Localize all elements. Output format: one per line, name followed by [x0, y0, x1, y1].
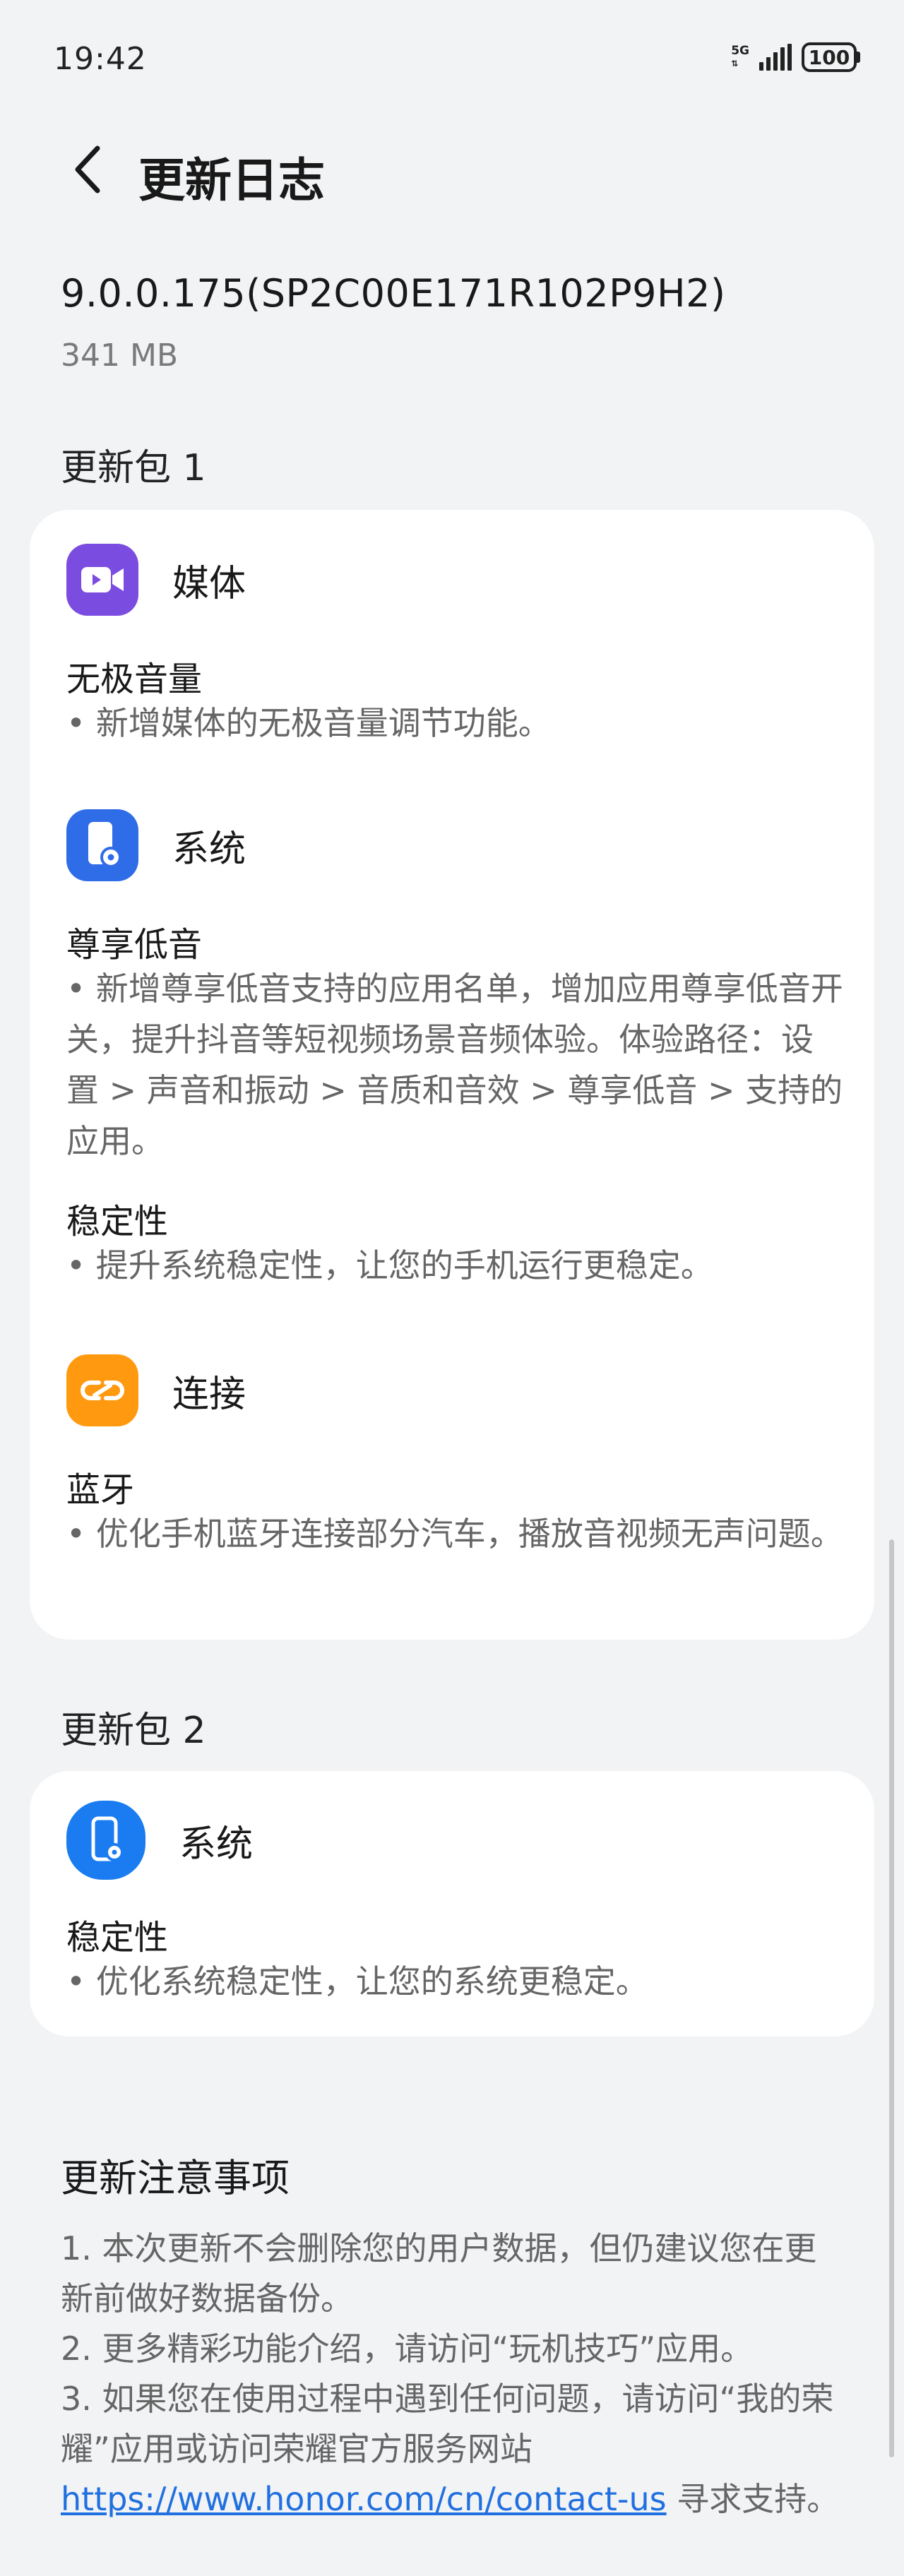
phone-settings-icon	[66, 809, 138, 881]
status-bar: 19:42 5G ⇅ 100	[0, 0, 904, 120]
header: 更新日志	[0, 134, 904, 208]
status-time: 19:42	[54, 41, 147, 77]
signal-icon	[759, 44, 792, 71]
notes-line-text: 3. 如果您在使用过程中遇到任何问题，请访问“我的荣耀”应用或访问荣耀官方服务网…	[61, 2380, 834, 2468]
item-body: • 优化系统稳定性，让您的系统更稳定。	[66, 1962, 648, 2000]
category-media: 媒体	[66, 544, 246, 616]
item-title: 稳定性	[66, 1918, 169, 1957]
package2-card: 系统 稳定性 • 优化系统稳定性，让您的系统更稳定。	[30, 1771, 874, 2037]
notes-line: 3. 如果您在使用过程中遇到任何问题，请访问“我的荣耀”应用或访问荣耀官方服务网…	[61, 2374, 845, 2524]
notes-line: 1. 本次更新不会删除您的用户数据，但仍建议您在更新前做好数据备份。	[61, 2229, 817, 2318]
status-icons: 5G ⇅ 100	[731, 42, 860, 72]
category-connect-label: 连接	[172, 1373, 246, 1416]
notes-title: 更新注意事项	[61, 2156, 290, 2200]
item-body: • 提升系统稳定性，让您的手机运行更稳定。	[66, 1246, 713, 1284]
back-button[interactable]	[59, 141, 116, 198]
version-name: 9.0.0.175(SP2C00E171R102P9H2)	[61, 271, 726, 316]
notes-body: 1. 本次更新不会删除您的用户数据，但仍建议您在更新前做好数据备份。 2. 更多…	[61, 2224, 845, 2524]
item-title: 稳定性	[66, 1202, 169, 1241]
network-indicator: 5G ⇅	[731, 44, 749, 70]
category-media-label: 媒体	[172, 562, 246, 605]
item-body: • 新增媒体的无极音量调节功能。	[66, 704, 551, 742]
chevron-left-icon	[75, 145, 100, 193]
package1-card: 媒体 无极音量 • 新增媒体的无极音量调节功能。 系统 尊享低音 • 新增尊享低…	[30, 510, 874, 1640]
package-size: 341 MB	[61, 338, 179, 374]
phone-settings-icon	[66, 1801, 145, 1880]
item-body: • 新增尊享低音支持的应用名单，增加应用尊享低音开关，提升抖音等短视频场景音频体…	[66, 970, 843, 1160]
category-system: 系统	[66, 809, 246, 881]
item-title: 蓝牙	[66, 1470, 135, 1510]
data-arrows-icon: ⇅	[731, 59, 739, 68]
package1-title: 更新包 1	[61, 447, 206, 489]
item-title: 无极音量	[66, 660, 203, 699]
item-body: • 优化手机蓝牙连接部分汽车，播放音视频无声问题。	[66, 1515, 843, 1553]
contact-us-link[interactable]: https://www.honor.com/cn/contact-us	[61, 2480, 667, 2518]
category-system: 系统	[66, 1801, 253, 1880]
item-title: 尊享低音	[66, 925, 203, 965]
package2-title: 更新包 2	[61, 1710, 206, 1752]
page-title: 更新日志	[138, 153, 325, 208]
link-icon	[66, 1354, 138, 1426]
category-system-label: 系统	[172, 828, 246, 871]
video-camera-icon	[66, 544, 138, 616]
network-type: 5G	[731, 44, 749, 58]
battery-level: 100	[802, 42, 857, 72]
scrollbar[interactable]	[889, 1539, 894, 2457]
update-notes: 更新注意事项 1. 本次更新不会删除您的用户数据，但仍建议您在更新前做好数据备份…	[61, 2147, 845, 2524]
category-system-label: 系统	[179, 1823, 254, 1866]
notes-line: 2. 更多精彩功能介绍，请访问“玩机技巧”应用。	[61, 2330, 754, 2368]
battery-icon: 100	[802, 42, 860, 72]
notes-line-text: 寻求支持。	[666, 2480, 840, 2518]
category-connect: 连接	[66, 1354, 246, 1426]
